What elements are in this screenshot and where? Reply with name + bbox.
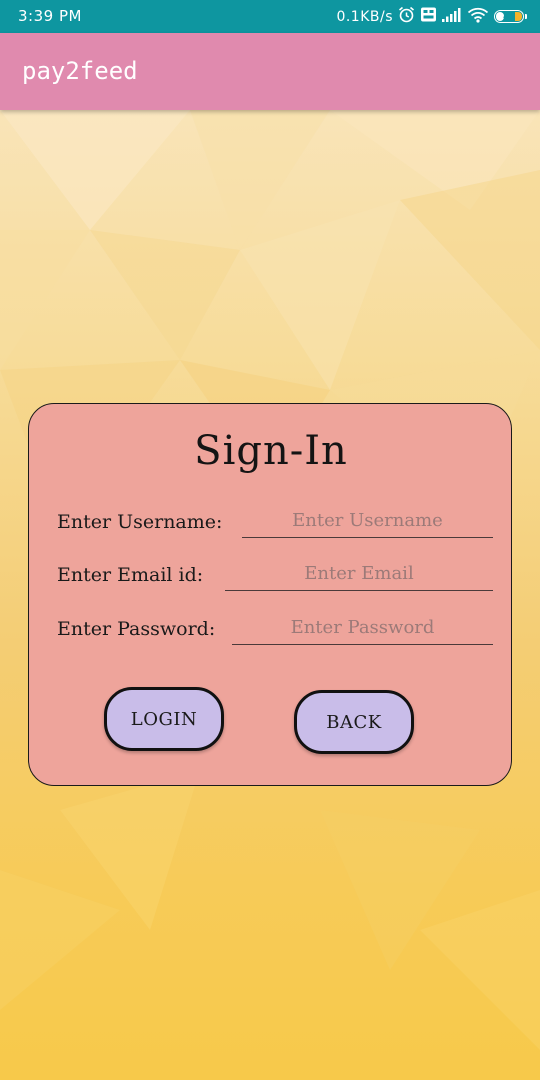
- signin-title: Sign-In: [194, 428, 348, 474]
- app-title: pay2feed: [22, 57, 138, 85]
- charging-indicator: [515, 12, 522, 21]
- login-button[interactable]: LOGIN: [104, 687, 224, 751]
- username-label: Enter Username:: [57, 511, 223, 533]
- battery-level: 29: [502, 11, 516, 21]
- network-speed: 0.1KB/s: [336, 8, 393, 25]
- email-label: Enter Email id:: [57, 564, 204, 586]
- email-input[interactable]: [225, 557, 493, 591]
- password-label: Enter Password:: [57, 618, 216, 640]
- status-time: 3:39 PM: [18, 7, 82, 25]
- username-input[interactable]: [242, 504, 493, 538]
- signin-card: Sign-In Enter Username: Enter Email id: …: [28, 403, 512, 786]
- app-bar: pay2feed: [0, 33, 540, 110]
- signal-icon: [442, 7, 462, 26]
- battery-icon: 29: [494, 10, 527, 23]
- alarm-icon: [398, 6, 415, 27]
- status-bar: 3:39 PM 0.1KB/s 29: [0, 0, 540, 33]
- status-icons: 0.1KB/s 29: [336, 6, 527, 27]
- back-button[interactable]: BACK: [294, 690, 414, 754]
- password-input[interactable]: [232, 611, 493, 645]
- wifi-icon: [467, 7, 489, 27]
- volte-icon: [420, 6, 437, 27]
